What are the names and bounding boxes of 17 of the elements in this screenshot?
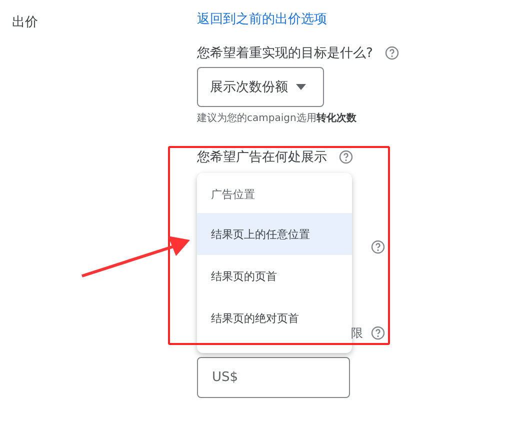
help-icon[interactable]: [384, 46, 399, 60]
back-link[interactable]: 返回到之前的出价选项: [197, 11, 327, 29]
question-label: 您希望着重实现的目标是什么?: [197, 45, 373, 62]
menu-item[interactable]: 结果页的页首: [197, 255, 352, 297]
help-icon[interactable]: [339, 150, 353, 164]
section-label: 出价: [12, 14, 38, 31]
field-label: 限: [351, 324, 363, 342]
menu-item[interactable]: 结果页上的任意位置: [197, 213, 352, 255]
help-icon[interactable]: [371, 326, 385, 340]
menu-item[interactable]: 结果页的绝对页首: [197, 297, 352, 339]
amount-field[interactable]: US$: [197, 357, 350, 398]
goal-select[interactable]: 展示次数份额: [197, 67, 324, 107]
help-icon[interactable]: [371, 240, 385, 254]
menu-header: 广告位置: [210, 186, 256, 202]
question-label: 您希望广告在何处展示: [197, 149, 327, 166]
hint-text: 建议为您的campaign选用转化次数: [197, 112, 356, 125]
caret-icon: [296, 84, 306, 90]
